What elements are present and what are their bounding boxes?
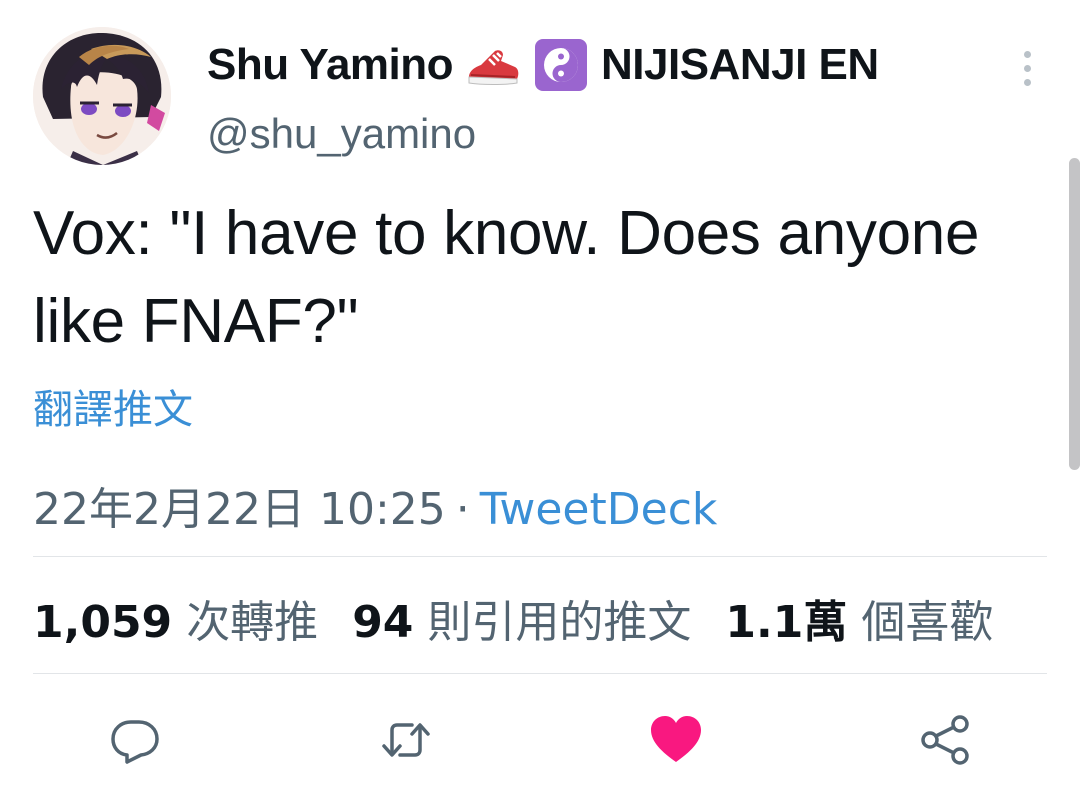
scrollbar[interactable] — [1069, 158, 1080, 470]
divider — [33, 673, 1047, 674]
like-icon — [651, 716, 701, 762]
avatar[interactable] — [33, 27, 171, 165]
action-bar — [0, 700, 1080, 780]
reply-icon — [111, 720, 159, 764]
user-handle[interactable]: @shu_yamino — [207, 110, 476, 158]
tweet-meta: 22年2月22日 10:25 · TweetDeck — [33, 473, 717, 537]
translate-tweet-link[interactable]: 翻譯推文 — [33, 377, 193, 435]
likes-label: 個喜歡 — [861, 597, 994, 648]
share-icon — [921, 715, 969, 765]
tweet-text: Vox: "I have to know. Does anyone like F… — [33, 199, 980, 356]
display-name[interactable]: Shu Yamino — [207, 40, 454, 90]
retweets-count: 1,059 — [33, 597, 173, 648]
retweets-stat[interactable]: 1,059 次轉推 — [33, 586, 318, 650]
engagement-stats: 1,059 次轉推 94 則引用的推文 1.1萬 個喜歡 — [33, 588, 1027, 648]
reply-button[interactable] — [107, 712, 163, 768]
likes-count: 1.1萬 — [725, 597, 848, 648]
sneaker-emoji-icon — [465, 37, 521, 93]
avatar-image — [33, 27, 171, 165]
more-options-icon[interactable] — [1010, 46, 1044, 90]
separator: · — [455, 484, 470, 535]
retweet-icon — [382, 723, 430, 757]
quotes-stat[interactable]: 94 則引用的推文 — [352, 586, 691, 650]
quotes-label: 則引用的推文 — [427, 597, 692, 648]
source-link[interactable]: TweetDeck — [480, 484, 718, 535]
yin-yang-emoji-icon — [533, 37, 589, 93]
timestamp[interactable]: 22年2月22日 10:25 — [33, 484, 446, 535]
quotes-count: 94 — [352, 597, 414, 648]
retweet-button[interactable] — [378, 712, 434, 768]
likes-stat[interactable]: 1.1萬 個喜歡 — [725, 586, 993, 650]
like-button[interactable] — [648, 712, 704, 768]
retweets-label: 次轉推 — [186, 597, 319, 648]
author-name-row[interactable]: Shu Yamino NIJISANJI EN — [207, 38, 879, 92]
divider — [33, 556, 1047, 557]
affiliation: NIJISANJI EN — [601, 40, 879, 89]
share-button[interactable] — [918, 712, 974, 768]
